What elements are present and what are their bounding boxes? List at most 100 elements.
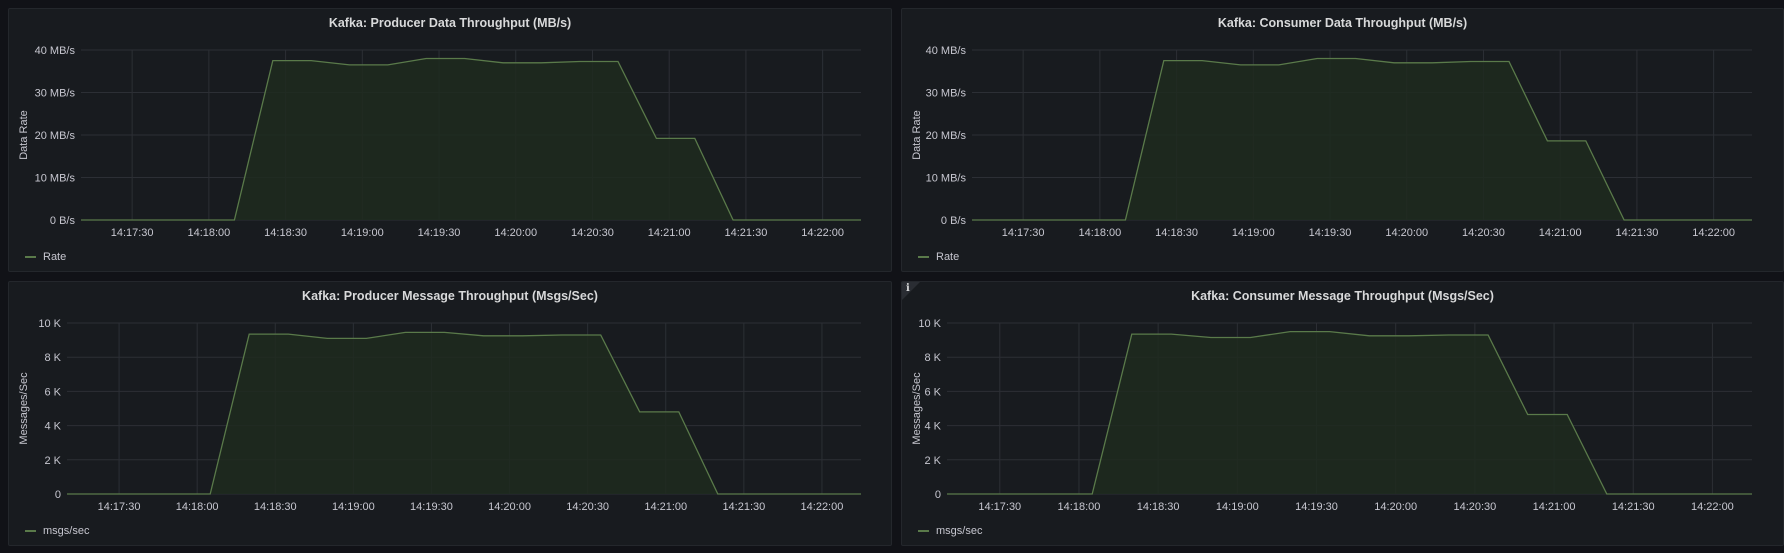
data-point[interactable] [1366, 333, 1372, 339]
data-point[interactable] [481, 333, 487, 339]
data-point[interactable] [1749, 217, 1755, 223]
y-tick-label: 8 K [44, 352, 61, 364]
y-tick-label: 0 B/s [941, 215, 967, 227]
y-tick-label: 0 [55, 489, 61, 501]
data-point[interactable] [1564, 411, 1570, 417]
series-area [67, 332, 861, 494]
chart-consumer-data-throughput[interactable]: 0 B/s 10 MB/s 20 MB/s 30 MB/s 40 MB/s 14:17:3… [902, 9, 1784, 272]
data-point[interactable] [423, 56, 429, 62]
data-point[interactable] [1199, 58, 1205, 64]
data-point[interactable] [676, 409, 682, 415]
data-point[interactable] [577, 58, 583, 64]
data-point[interactable] [324, 335, 330, 341]
legend[interactable]: msgs/sec [918, 525, 982, 537]
data-point[interactable] [1604, 491, 1610, 497]
data-point[interactable] [246, 331, 252, 337]
data-point[interactable] [441, 329, 447, 335]
data-point[interactable] [858, 491, 864, 497]
panel-producer-data-throughput[interactable]: Kafka: Producer Data Throughput (MB/s) 0… [8, 8, 892, 272]
data-point[interactable] [1314, 56, 1320, 62]
data-point[interactable] [1583, 138, 1589, 144]
data-point[interactable] [730, 217, 736, 223]
legend[interactable]: Rate [918, 251, 959, 263]
y-tick-label: 30 MB/s [35, 88, 76, 100]
data-point[interactable] [1089, 491, 1095, 497]
legend[interactable]: Rate [25, 251, 66, 263]
data-point[interactable] [1129, 331, 1135, 337]
data-point[interactable] [559, 332, 565, 338]
chart-consumer-message-throughput[interactable]: 0 2 K 4 K 6 K 8 K 10 K 14:17:30 14:18:00 14:18:3… [902, 282, 1784, 546]
panel-consumer-data-throughput[interactable]: Kafka: Consumer Data Throughput (MB/s) 0… [901, 8, 1784, 272]
data-point[interactable] [1238, 62, 1244, 68]
data-point[interactable] [363, 335, 369, 341]
data-point[interactable] [944, 491, 950, 497]
x-tick-label: 14:20:30 [566, 501, 609, 513]
x-tick-label: 14:22:00 [801, 501, 844, 513]
y-tick-label: 2 K [924, 455, 941, 467]
x-tick-label: 14:18:00 [187, 227, 230, 239]
panel-consumer-message-throughput[interactable]: i Kafka: Consumer Message Throughput (Ms… [901, 281, 1784, 546]
legend-label[interactable]: Rate [43, 251, 66, 263]
data-point[interactable] [402, 329, 408, 335]
data-point[interactable] [1327, 329, 1333, 335]
legend-label[interactable]: msgs/sec [936, 525, 982, 537]
data-point[interactable] [285, 331, 291, 337]
data-point[interactable] [1445, 332, 1451, 338]
data-point[interactable] [1353, 56, 1359, 62]
data-point[interactable] [598, 332, 604, 338]
panel-producer-message-throughput[interactable]: Kafka: Producer Message Throughput (Msgs… [8, 281, 892, 546]
data-point[interactable] [231, 217, 237, 223]
data-point[interactable] [347, 62, 353, 68]
chart-producer-message-throughput[interactable]: 0 2 K 4 K 6 K 8 K 10 K 14:17:30 14:18:00 14:18:3… [9, 282, 892, 546]
data-point[interactable] [538, 60, 544, 66]
chart-producer-data-throughput[interactable]: 0 B/s 10 MB/s 20 MB/s 30 MB/s 40 MB/s 14:17:3… [9, 9, 892, 272]
y-axis-label: Data Rate [911, 110, 923, 160]
data-point[interactable] [858, 217, 864, 223]
data-point[interactable] [1287, 329, 1293, 335]
data-point[interactable] [1749, 491, 1755, 497]
data-point[interactable] [637, 409, 643, 415]
data-point[interactable] [692, 135, 698, 141]
data-point[interactable] [1168, 331, 1174, 337]
x-tick-label: 14:17:30 [1002, 227, 1045, 239]
data-point[interactable] [500, 60, 506, 66]
data-point[interactable] [64, 491, 70, 497]
data-point[interactable] [1248, 335, 1254, 341]
x-tick-label: 14:17:30 [98, 501, 141, 513]
x-tick-label: 14:21:30 [1612, 501, 1655, 513]
data-point[interactable] [1122, 217, 1128, 223]
data-point[interactable] [1621, 217, 1627, 223]
x-tick-label: 14:20:00 [488, 501, 531, 513]
x-tick-label: 14:19:30 [1295, 501, 1338, 513]
data-point[interactable] [1525, 411, 1531, 417]
data-point[interactable] [615, 58, 621, 64]
data-point[interactable] [1485, 332, 1491, 338]
data-point[interactable] [207, 491, 213, 497]
data-point[interactable] [1468, 58, 1474, 64]
data-point[interactable] [308, 58, 314, 64]
data-point[interactable] [715, 491, 721, 497]
x-tick-label: 14:21:30 [1616, 227, 1659, 239]
y-axis-label: Data Rate [18, 110, 30, 160]
data-point[interactable] [1406, 333, 1412, 339]
data-point[interactable] [969, 217, 975, 223]
data-point[interactable] [1208, 335, 1214, 341]
data-point[interactable] [270, 58, 276, 64]
x-tick-label: 14:19:30 [418, 227, 461, 239]
data-point[interactable] [78, 217, 84, 223]
data-point[interactable] [653, 135, 659, 141]
data-point[interactable] [462, 56, 468, 62]
data-point[interactable] [385, 62, 391, 68]
data-point[interactable] [1276, 62, 1282, 68]
legend-label[interactable]: Rate [936, 251, 959, 263]
series-area [81, 58, 861, 220]
data-point[interactable] [520, 333, 526, 339]
data-point[interactable] [1391, 60, 1397, 66]
data-point[interactable] [1161, 58, 1167, 64]
data-point[interactable] [1544, 138, 1550, 144]
legend-swatch [25, 530, 36, 532]
data-point[interactable] [1429, 60, 1435, 66]
data-point[interactable] [1506, 58, 1512, 64]
legend[interactable]: msgs/sec [25, 525, 89, 537]
legend-label[interactable]: msgs/sec [43, 525, 89, 537]
